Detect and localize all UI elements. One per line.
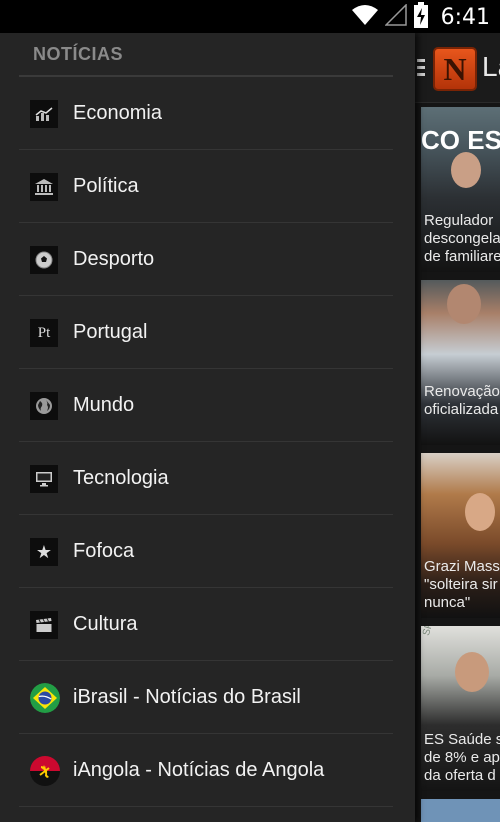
card-banner-text: SPIRITO [421, 626, 442, 637]
drawer-header: NOTÍCIAS [33, 44, 124, 64]
news-card[interactable]: CO ES Regulador descongela de familiare [421, 107, 500, 272]
clapperboard-icon [30, 611, 58, 639]
photo-person [447, 284, 481, 324]
card-caption: Regulador descongela de familiare [424, 212, 500, 265]
pt-icon: Pt [30, 319, 58, 347]
nav-item-label: Portugal [73, 320, 148, 343]
nav-item-label: Política [73, 174, 139, 197]
nav-item-economia[interactable]: Economia [19, 77, 393, 150]
nav-item-cultura[interactable]: Cultura [19, 588, 393, 661]
app-logo[interactable]: N [433, 47, 477, 91]
nav-item-iangola[interactable]: iAngola - Notícias de Angola [19, 734, 393, 807]
nav-item-label: Cultura [73, 612, 138, 635]
nav-item-label: Fofoca [73, 539, 135, 562]
news-card[interactable]: SPIRITO ES Saúde s de 8% e apr da oferta… [421, 626, 500, 791]
brazil-flag-icon [30, 683, 60, 713]
news-card[interactable]: Renovação oficializada [421, 280, 500, 445]
nav-item-label: iBrasil - Notícias do Brasil [73, 685, 301, 708]
card-caption: ES Saúde s de 8% e apr da oferta d [424, 731, 500, 784]
card-caption: Grazi Mass "solteira sir nunca" [424, 558, 500, 611]
government-building-icon [30, 173, 58, 201]
wifi-icon [351, 4, 379, 31]
news-card[interactable] [421, 799, 500, 822]
nav-item-politica[interactable]: Política [19, 150, 393, 223]
nav-item-mundo[interactable]: Mundo [19, 369, 393, 442]
star-icon: ★ [30, 538, 58, 566]
globe-icon [30, 392, 58, 420]
nav-item-fofoca[interactable]: ★ Fofoca [19, 515, 393, 588]
news-card[interactable]: Grazi Mass "solteira sir nunca" [421, 453, 500, 618]
app-title: La [482, 51, 500, 82]
chart-icon [30, 100, 58, 128]
action-bar: N La [415, 33, 500, 103]
soccer-ball-icon [30, 246, 58, 274]
nav-item-label: Economia [73, 101, 162, 124]
angola-flag-icon [30, 756, 60, 786]
battery-charging-icon [413, 1, 429, 33]
photo-person [465, 493, 495, 531]
nav-item-label: Desporto [73, 247, 155, 270]
card-banner-text: CO ES [421, 125, 500, 155]
nav-list: Economia Política Desporto Pt Portugal M… [19, 77, 393, 807]
nav-item-label: Mundo [73, 393, 135, 416]
status-time: 6:41 [440, 4, 490, 30]
nav-item-ibrasil[interactable]: iBrasil - Notícias do Brasil [19, 661, 393, 734]
photo-person [451, 152, 481, 188]
monitor-icon [30, 465, 58, 493]
nav-item-label: Tecnologia [73, 466, 169, 489]
main-content: N La CO ES Regulador descongela de famil… [415, 33, 500, 822]
photo-person [455, 652, 489, 692]
drawer-indicator-icon[interactable] [417, 59, 425, 77]
nav-item-label: iAngola - Notícias de Angola [73, 758, 325, 781]
nav-item-portugal[interactable]: Pt Portugal [19, 296, 393, 369]
navigation-drawer: NOTÍCIAS Economia Política Desporto Pt P… [0, 33, 415, 822]
nav-item-tecnologia[interactable]: Tecnologia [19, 442, 393, 515]
news-feed: CO ES Regulador descongela de familiare … [421, 107, 500, 822]
nav-item-desporto[interactable]: Desporto [19, 223, 393, 296]
signal-icon [383, 2, 407, 31]
card-caption: Renovação oficializada [424, 383, 500, 418]
status-bar: 6:41 [0, 0, 500, 33]
